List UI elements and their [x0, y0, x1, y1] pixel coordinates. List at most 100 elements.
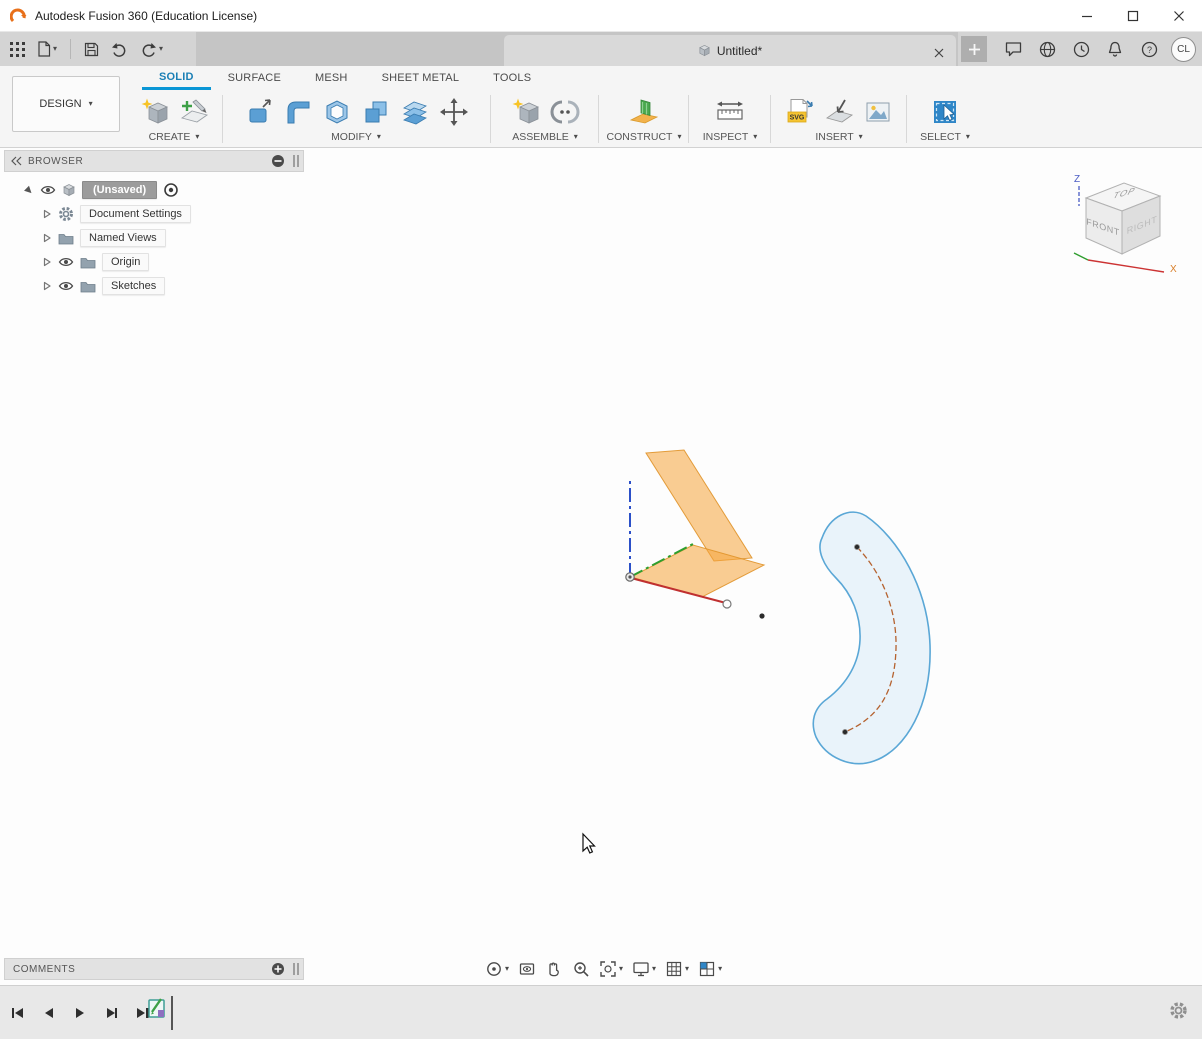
- root-expander-icon[interactable]: [24, 185, 34, 195]
- notifications-button[interactable]: [1099, 35, 1131, 63]
- sketch-point[interactable]: [759, 613, 764, 618]
- inspect-dropdown[interactable]: INSPECT▾: [703, 131, 758, 143]
- select-button[interactable]: [929, 96, 961, 128]
- sketch-profile[interactable]: [813, 512, 930, 764]
- spline-point-top[interactable]: [854, 544, 859, 549]
- axis-handle-point[interactable]: [723, 600, 731, 608]
- redo-button[interactable]: ▾: [136, 39, 167, 60]
- timeline-settings-button[interactable]: [1169, 1001, 1188, 1025]
- new-tab-button[interactable]: [961, 36, 987, 62]
- origin-plane-horizontal[interactable]: [631, 545, 764, 597]
- tab-sheet-metal[interactable]: SHEET METAL: [365, 66, 477, 90]
- grid-display-button[interactable]: ▾: [662, 958, 692, 980]
- insert-svg-button[interactable]: SVG: [784, 96, 816, 128]
- viewports-button[interactable]: ▾: [695, 958, 725, 980]
- select-dropdown[interactable]: SELECT▾: [920, 131, 970, 143]
- visibility-eye-icon[interactable]: [58, 256, 74, 268]
- modify-dropdown[interactable]: MODIFY▾: [331, 131, 381, 143]
- tree-item-label[interactable]: Sketches: [102, 277, 165, 295]
- combine-button[interactable]: [360, 96, 392, 128]
- look-at-button[interactable]: [515, 958, 539, 980]
- spline-point-bottom[interactable]: [842, 729, 847, 734]
- document-tab[interactable]: Untitled*: [504, 35, 956, 66]
- expander-icon[interactable]: [42, 257, 52, 267]
- expander-icon[interactable]: [42, 281, 52, 291]
- shell-button[interactable]: [321, 96, 353, 128]
- pan-button[interactable]: [542, 958, 566, 980]
- y-axis[interactable]: [630, 544, 693, 577]
- app-grid-button[interactable]: [6, 39, 29, 60]
- create-dropdown[interactable]: CREATE▾: [149, 131, 200, 143]
- go-to-start-button[interactable]: [8, 1003, 28, 1023]
- insert-derive-button[interactable]: [823, 96, 855, 128]
- origin-plane-vertical[interactable]: [646, 450, 752, 561]
- expander-icon[interactable]: [42, 233, 52, 243]
- x-axis[interactable]: [631, 578, 726, 603]
- tab-tools[interactable]: TOOLS: [476, 66, 548, 90]
- insert-dropdown[interactable]: INSERT▾: [815, 131, 862, 143]
- step-forward-button[interactable]: [101, 1003, 121, 1023]
- tree-row-root[interactable]: (Unsaved): [4, 178, 304, 202]
- fillet-button[interactable]: [282, 96, 314, 128]
- user-avatar[interactable]: CL: [1171, 37, 1196, 62]
- create-form-button[interactable]: [139, 96, 171, 128]
- timeline-position-marker[interactable]: [171, 996, 173, 1030]
- comments-panel-header[interactable]: COMMENTS: [4, 958, 304, 980]
- fit-button[interactable]: ▾: [596, 958, 626, 980]
- step-back-button[interactable]: [39, 1003, 59, 1023]
- viewport-canvas[interactable]: BROWSER (Unsaved): [0, 148, 1202, 985]
- expand-circle-icon[interactable]: [271, 962, 285, 976]
- comments-grip[interactable]: [293, 963, 299, 975]
- orbit-button[interactable]: ▾: [482, 958, 512, 980]
- origin-point[interactable]: [626, 573, 634, 581]
- create-sketch-button[interactable]: [178, 96, 210, 128]
- tree-item-label[interactable]: Document Settings: [80, 205, 191, 223]
- tree-item-label[interactable]: Origin: [102, 253, 149, 271]
- maximize-button[interactable]: [1110, 0, 1156, 31]
- save-button[interactable]: [80, 39, 103, 60]
- root-document-label[interactable]: (Unsaved): [82, 181, 157, 199]
- visibility-eye-icon[interactable]: [40, 184, 56, 196]
- joint-button[interactable]: [549, 96, 581, 128]
- help-button[interactable]: ?: [1133, 35, 1165, 63]
- display-settings-button[interactable]: ▾: [629, 958, 659, 980]
- tree-row-sketches[interactable]: Sketches: [4, 274, 304, 298]
- offset-face-button[interactable]: [399, 96, 431, 128]
- new-component-button[interactable]: [510, 96, 542, 128]
- quick-access-bar: ▾ ▾: [0, 32, 1202, 66]
- browser-grip[interactable]: [293, 155, 299, 167]
- browser-header[interactable]: BROWSER: [4, 150, 304, 172]
- close-tab-button[interactable]: [932, 43, 946, 65]
- tab-surface[interactable]: SURFACE: [211, 66, 298, 90]
- minimize-button[interactable]: [1064, 0, 1110, 31]
- press-pull-button[interactable]: [243, 96, 275, 128]
- construct-dropdown[interactable]: CONSTRUCT▾: [607, 131, 682, 143]
- visibility-eye-icon[interactable]: [58, 280, 74, 292]
- comments-button[interactable]: [997, 35, 1029, 63]
- activate-component-icon[interactable]: [163, 182, 179, 198]
- close-button[interactable]: [1156, 0, 1202, 31]
- view-cube[interactable]: TOP FRONT RIGHT Z X: [1066, 166, 1186, 281]
- tab-mesh[interactable]: MESH: [298, 66, 365, 90]
- play-button[interactable]: [70, 1003, 90, 1023]
- tree-row-named-views[interactable]: Named Views: [4, 226, 304, 250]
- web-button[interactable]: [1031, 35, 1063, 63]
- move-copy-button[interactable]: [438, 96, 470, 128]
- tree-item-label[interactable]: Named Views: [80, 229, 166, 247]
- assemble-dropdown[interactable]: ASSEMBLE▾: [512, 131, 578, 143]
- file-menu-button[interactable]: ▾: [33, 38, 61, 60]
- construct-plane-button[interactable]: [628, 96, 660, 128]
- undo-button[interactable]: [107, 39, 132, 60]
- spline-centerline[interactable]: [845, 547, 896, 732]
- job-status-button[interactable]: [1065, 35, 1097, 63]
- tab-solid[interactable]: SOLID: [142, 66, 211, 90]
- timeline-sketch-feature[interactable]: [146, 994, 173, 1030]
- tree-row-origin[interactable]: Origin: [4, 250, 304, 274]
- measure-button[interactable]: [714, 96, 746, 128]
- tree-row-document-settings[interactable]: Document Settings: [4, 202, 304, 226]
- zoom-button[interactable]: [569, 958, 593, 980]
- expander-icon[interactable]: [42, 209, 52, 219]
- collapse-circle-icon[interactable]: [271, 154, 285, 168]
- insert-canvas-button[interactable]: [862, 96, 894, 128]
- collapse-panel-icon[interactable]: [11, 156, 22, 166]
